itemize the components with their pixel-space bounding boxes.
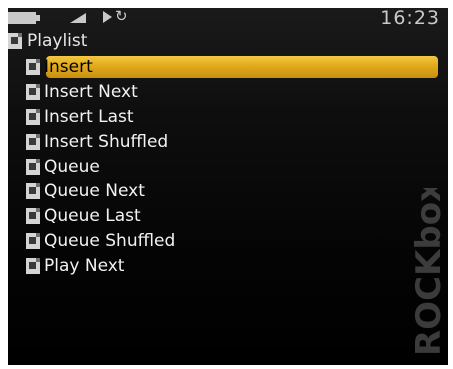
file-icon <box>26 59 40 76</box>
page-title: Playlist <box>27 31 88 51</box>
menu-item-label: Insert <box>44 57 93 78</box>
status-bar: ↻ 16:23 <box>8 8 448 30</box>
device-screen: ↻ 16:23 Playlist Insert Insert Next Inse… <box>8 8 448 365</box>
menu-item-insert-last[interactable]: Insert Last <box>8 105 448 130</box>
battery-icon <box>8 12 40 24</box>
file-icon <box>26 133 40 150</box>
play-icon <box>103 11 112 23</box>
file-icon <box>26 84 40 101</box>
file-icon <box>26 208 40 225</box>
menu-header: Playlist <box>8 30 87 52</box>
menu-item-label: Queue Last <box>44 206 141 227</box>
file-icon <box>26 108 40 125</box>
menu-item-queue-shuffled[interactable]: Queue Shuffled <box>8 229 448 254</box>
menu-item-queue[interactable]: Queue <box>8 154 448 179</box>
menu-item-label: Insert Last <box>44 106 134 127</box>
rockbox-logo-text: ROCKbox <box>409 188 448 356</box>
menu-item-label: Play Next <box>44 255 125 276</box>
volume-icon <box>70 13 86 23</box>
menu-item-queue-last[interactable]: Queue Last <box>8 204 448 229</box>
menu-item-label: Insert Next <box>44 82 138 103</box>
clock: 16:23 <box>380 8 440 29</box>
file-icon <box>26 257 40 274</box>
menu-item-label: Insert Shuffled <box>44 131 169 152</box>
file-icon <box>26 158 40 175</box>
selection-highlight <box>46 56 438 78</box>
repeat-icon: ↻ <box>115 8 128 25</box>
playlist-menu: Insert Insert Next Insert Last Insert Sh… <box>8 55 448 278</box>
menu-item-insert-next[interactable]: Insert Next <box>8 80 448 105</box>
menu-item-insert-shuffled[interactable]: Insert Shuffled <box>8 129 448 154</box>
playlist-icon <box>8 33 22 49</box>
rockbox-logo: ROCKbox <box>409 188 448 356</box>
menu-item-label: Queue Next <box>44 181 145 202</box>
menu-item-label: Queue Shuffled <box>44 230 176 251</box>
menu-item-queue-next[interactable]: Queue Next <box>8 179 448 204</box>
menu-item-play-next[interactable]: Play Next <box>8 253 448 278</box>
file-icon <box>26 232 40 249</box>
menu-item-label: Queue <box>44 156 100 177</box>
menu-item-insert[interactable]: Insert <box>8 55 448 80</box>
file-icon <box>26 183 40 200</box>
